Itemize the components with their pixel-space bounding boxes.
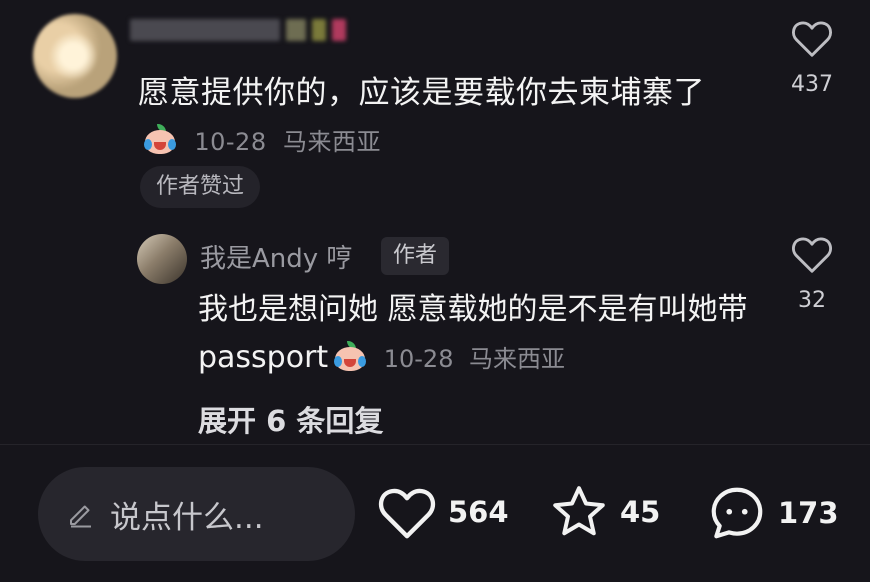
commenter-name-blurred[interactable] — [130, 16, 370, 44]
comment-input-placeholder: 说点什么... — [110, 499, 264, 536]
comment-like[interactable]: 437 — [777, 18, 847, 97]
comment-input[interactable]: 说点什么... — [38, 467, 355, 561]
comment-location: 马来西亚 — [282, 128, 381, 156]
like-action[interactable]: 564 — [376, 484, 509, 540]
commenter-avatar[interactable] — [33, 14, 117, 98]
crying-laugh-emoji — [142, 124, 178, 156]
favorite-count: 45 — [620, 495, 661, 529]
author-tag: 作者 — [381, 237, 450, 275]
heart-icon[interactable] — [790, 18, 834, 58]
crying-laugh-emoji — [332, 341, 368, 373]
favorite-action[interactable]: 45 — [548, 482, 660, 542]
comment-action[interactable]: 173 — [706, 482, 839, 544]
like-count: 564 — [448, 495, 509, 529]
comment-like-count: 437 — [791, 72, 833, 97]
comment-count: 173 — [778, 496, 839, 530]
reply-avatar[interactable] — [137, 234, 187, 284]
divider — [0, 444, 870, 445]
expand-replies-button[interactable]: 展开 6 条回复 — [198, 398, 383, 440]
comment-text: 愿意提供你的，应该是要载你去柬埔寨了 10-28 马来西亚 — [138, 70, 738, 166]
reply-username[interactable]: 我是Andy 哼 — [200, 238, 352, 275]
chat-bubble-icon[interactable] — [706, 482, 768, 544]
heart-icon[interactable] — [376, 484, 438, 540]
pencil-icon — [70, 505, 91, 528]
reply-date: 10-28 — [383, 345, 454, 373]
star-icon[interactable] — [548, 482, 610, 542]
reply-like-count: 32 — [798, 288, 826, 313]
heart-icon[interactable] — [790, 234, 834, 274]
comment-date: 10-28 — [194, 128, 267, 156]
reply-like[interactable]: 32 — [777, 234, 847, 313]
author-liked-badge: 作者赞过 — [140, 166, 261, 208]
reply-text: 我也是想问她 愿意载她的是不是有叫她带passport 10-28 马来西亚 — [198, 286, 758, 383]
comment-body: 愿意提供你的，应该是要载你去柬埔寨了 — [138, 75, 705, 111]
reply-location: 马来西亚 — [469, 345, 566, 373]
